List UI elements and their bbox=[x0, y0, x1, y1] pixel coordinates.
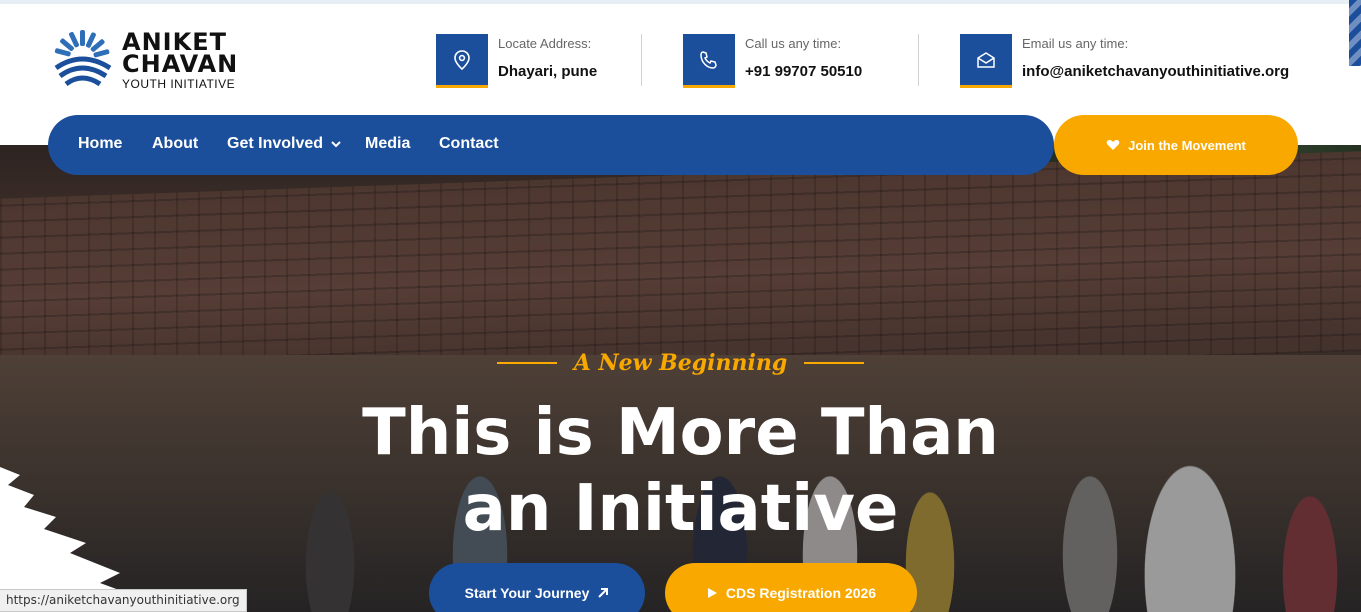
nav-contact[interactable]: Contact bbox=[439, 135, 499, 153]
nav-about[interactable]: About bbox=[152, 135, 198, 153]
start-journey-button[interactable]: Start Your Journey bbox=[429, 563, 645, 612]
arrow-up-right-icon bbox=[598, 588, 609, 598]
hero-tagline: A New Beginning bbox=[0, 350, 1361, 376]
join-movement-label: Join the Movement bbox=[1128, 137, 1246, 153]
cds-registration-label: CDS Registration 2026 bbox=[725, 585, 877, 601]
tagline-line-right bbox=[803, 362, 864, 364]
nav-get-involved-label: Get Involved bbox=[227, 135, 324, 152]
top-border bbox=[0, 0, 1361, 4]
cds-registration-button[interactable]: CDS Registration 2026 bbox=[665, 563, 917, 612]
play-icon bbox=[707, 588, 717, 598]
divider bbox=[918, 34, 919, 86]
envelope-icon bbox=[960, 34, 1012, 88]
divider bbox=[641, 34, 642, 86]
browser-status-url: https://aniketchavanyouthinitiative.org bbox=[0, 589, 247, 612]
site-logo[interactable]: ANIKET CHAVAN YOUTH INITIATIVE bbox=[52, 28, 252, 92]
address-value: Dhayari, pune bbox=[498, 63, 598, 80]
chevron-down-icon bbox=[331, 141, 342, 148]
tagline-line-left bbox=[497, 362, 558, 364]
email-value[interactable]: info@aniketchavanyouthinitiative.org bbox=[1022, 63, 1289, 80]
nav-get-involved[interactable]: Get Involved bbox=[227, 135, 342, 153]
start-journey-label: Start Your Journey bbox=[464, 585, 590, 601]
phone-value[interactable]: +91 99707 50510 bbox=[745, 63, 862, 80]
hero-banner: A New Beginning This is More Than an Ini… bbox=[0, 145, 1361, 612]
nav-home[interactable]: Home bbox=[78, 135, 122, 153]
join-movement-button[interactable]: Join the Movement bbox=[1054, 115, 1298, 175]
headline-line1: This is More Than bbox=[362, 396, 999, 470]
tagline-text: A New Beginning bbox=[573, 350, 788, 376]
hero-headline: This is More Than an Initiative bbox=[0, 395, 1361, 547]
email-label: Email us any time: bbox=[1022, 36, 1129, 51]
main-navigation: Home About Get Involved Media Contact bbox=[48, 115, 1054, 175]
phone-label: Call us any time: bbox=[745, 36, 842, 51]
location-pin-icon bbox=[436, 34, 488, 88]
logo-sunburst-icon bbox=[54, 30, 112, 87]
address-label: Locate Address: bbox=[498, 36, 592, 51]
corner-decoration bbox=[1349, 0, 1361, 66]
logo-text-chavan: CHAVAN bbox=[122, 50, 239, 78]
headline-line2: an Initiative bbox=[462, 472, 899, 546]
phone-icon bbox=[683, 34, 735, 88]
heart-icon bbox=[1106, 140, 1120, 150]
nav-media[interactable]: Media bbox=[365, 135, 410, 153]
logo-text-youth-initiative: YOUTH INITIATIVE bbox=[122, 77, 236, 91]
